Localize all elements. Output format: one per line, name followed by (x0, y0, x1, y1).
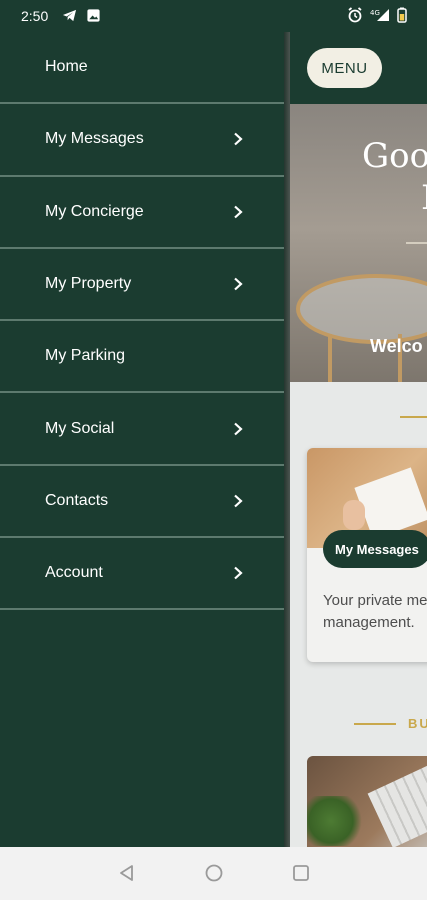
drawer-item-label: My Concierge (45, 202, 144, 220)
home-icon[interactable] (204, 863, 224, 883)
plant-image (307, 796, 367, 846)
signal-badge: 4G (370, 9, 380, 17)
telegram-icon (62, 9, 77, 22)
paper-image (354, 467, 427, 540)
drawer-item-home[interactable]: Home (0, 32, 284, 105)
chevron-right-icon (234, 205, 243, 219)
recents-icon[interactable] (291, 863, 311, 883)
drawer-edge (284, 32, 290, 847)
section-heading-text: BU (408, 716, 427, 731)
chevron-right-icon (234, 277, 243, 291)
chevron-right-icon (234, 566, 243, 580)
section-heading: BU (354, 716, 427, 731)
drawer-item-my-social[interactable]: My Social (0, 393, 284, 466)
hero-greeting-line2: I (421, 178, 427, 218)
drawer-item-label: My Parking (45, 347, 126, 365)
chevron-right-icon (234, 494, 243, 508)
chevron-right-icon (234, 422, 243, 435)
alarm-icon (348, 7, 362, 23)
drawer-item-label: My Social (45, 419, 115, 437)
navigation-drawer: Home My Messages My Concierge My Propert… (0, 32, 284, 847)
signal-icon: 4G (370, 9, 389, 21)
drawer-item-my-messages[interactable]: My Messages (0, 104, 284, 177)
keyboard-image (367, 764, 427, 847)
hero-greeting: Goo (362, 136, 427, 176)
hero-divider (406, 242, 427, 244)
drawer-item-my-concierge[interactable]: My Concierge (0, 177, 284, 249)
background-app: MENU Goo I Welco My Messages Your privat… (288, 32, 427, 847)
back-icon[interactable] (117, 863, 137, 883)
system-nav-bar (0, 847, 427, 900)
hero-table-leg (328, 334, 332, 382)
hero-table-image (296, 274, 427, 344)
drawer-item-label: Account (45, 564, 103, 582)
drawer-item-label: My Property (45, 275, 132, 293)
app-header: MENU (288, 32, 427, 104)
drawer-item-contacts[interactable]: Contacts (0, 466, 284, 539)
drawer-item-my-property[interactable]: My Property (0, 249, 284, 322)
messages-card[interactable]: My Messages Your private me management. (307, 448, 427, 662)
hero-welcome: Welco (370, 336, 423, 356)
status-time: 2:50 (21, 8, 49, 24)
hero-banner: Goo I Welco (288, 104, 427, 382)
menu-button[interactable]: MENU (307, 48, 382, 88)
chevron-right-icon (234, 133, 243, 146)
drawer-item-label: Contacts (45, 491, 109, 509)
hand-image (343, 500, 365, 530)
status-right-icons: 4G (347, 7, 407, 23)
section-heading-line (354, 722, 396, 725)
status-bar: 2:50 4G (0, 0, 427, 32)
battery-icon (397, 7, 407, 23)
second-card-image[interactable] (307, 756, 427, 847)
messages-card-badge: My Messages (323, 530, 427, 568)
drawer-item-my-parking[interactable]: My Parking (0, 321, 284, 394)
image-icon (87, 9, 100, 22)
drawer-item-label: My Messages (45, 130, 144, 148)
drawer-item-account[interactable]: Account (0, 538, 284, 611)
section-divider (400, 416, 427, 418)
messages-card-text: Your private me management. (323, 592, 427, 631)
drawer-item-label: Home (45, 58, 88, 76)
